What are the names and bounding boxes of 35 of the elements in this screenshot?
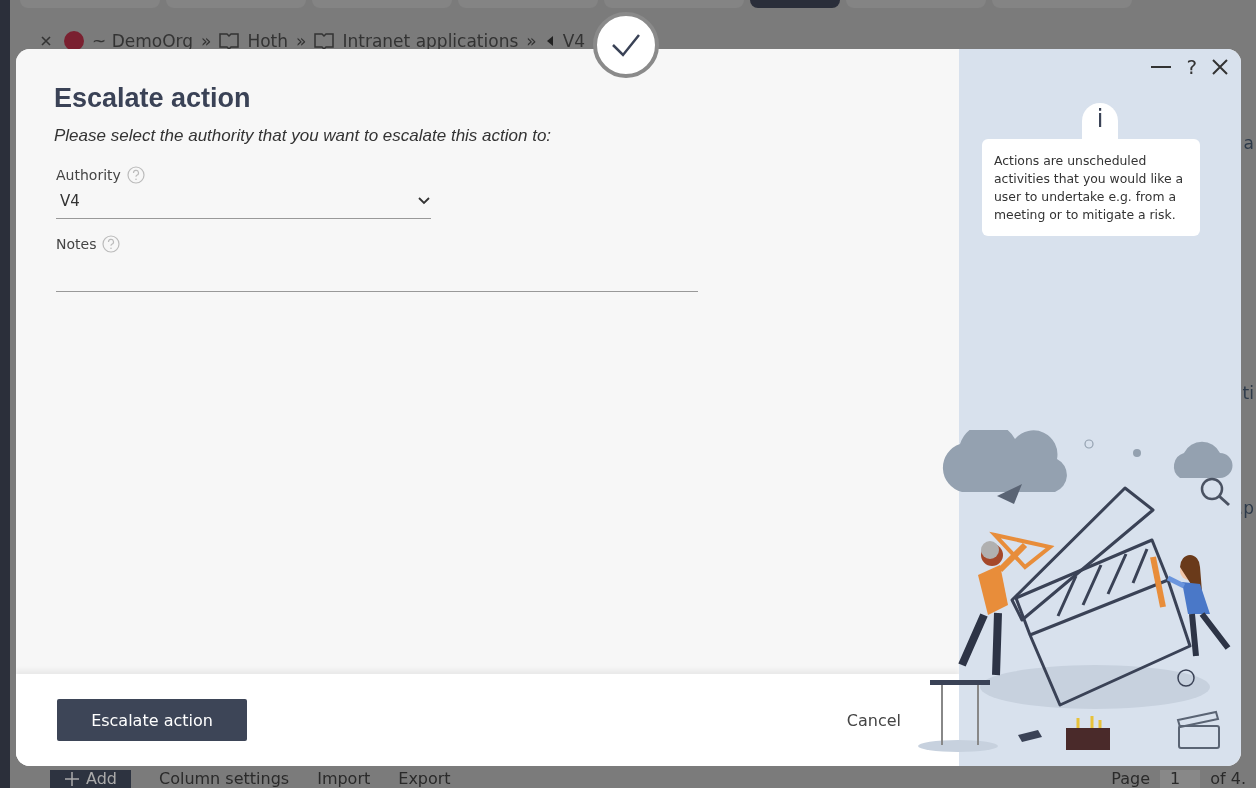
org-logo-icon — [64, 31, 84, 51]
breadcrumb-separator: » — [296, 32, 307, 50]
breadcrumb-link[interactable]: Intranet applications — [342, 32, 519, 50]
cancel-button[interactable]: Cancel — [840, 709, 907, 731]
breadcrumb-separator: » — [526, 32, 537, 50]
page-field[interactable]: 1 — [1160, 770, 1201, 788]
dialog-title: Escalate action — [54, 83, 252, 114]
background-text: a — [1243, 133, 1255, 153]
close-icon[interactable] — [1211, 58, 1229, 76]
import-button[interactable]: Import — [317, 770, 371, 788]
export-button[interactable]: Export — [398, 770, 451, 788]
background-text: ti — [1242, 383, 1255, 403]
add-button[interactable]: Add — [50, 770, 131, 788]
breadcrumb-link[interactable]: ~ DemoOrg — [92, 32, 194, 50]
help-icon[interactable] — [126, 166, 145, 184]
breadcrumb-link[interactable]: V4 — [562, 32, 586, 50]
info-text: Actions are unscheduled activities that you would like a user to undertake e.g. from a meeting or to mitigate a risk. — [982, 139, 1200, 236]
tab[interactable] — [750, 0, 840, 8]
authority-dropdown[interactable]: V4 — [56, 190, 431, 219]
book-icon — [219, 32, 240, 50]
background-text: .p — [1237, 498, 1255, 518]
help-icon[interactable] — [102, 235, 121, 253]
column-settings-button[interactable]: Column settings — [159, 770, 290, 788]
page-label: Page — [1111, 770, 1151, 788]
book-icon — [314, 32, 335, 50]
breadcrumb-separator: » — [201, 32, 212, 50]
plus-icon — [64, 771, 80, 787]
field-label: Notes — [56, 236, 97, 252]
breadcrumb-link[interactable]: Hoth — [247, 32, 289, 50]
instruction-text: Please select the authority that you want to escalate this action to: — [54, 126, 553, 146]
chevron-down-icon — [417, 196, 431, 206]
page-total: of 4. — [1210, 770, 1246, 788]
escalate-action-button[interactable]: Escalate action — [57, 699, 247, 741]
field-label: Authority — [56, 167, 121, 183]
help-button[interactable]: ? — [1186, 55, 1197, 79]
